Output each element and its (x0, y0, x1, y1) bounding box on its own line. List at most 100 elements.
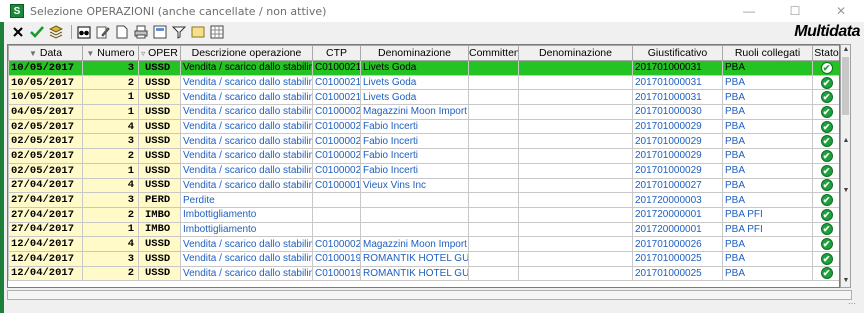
col-header-giustificativo[interactable]: Giustificativo (632, 45, 723, 61)
table-row[interactable]: 10/05/2017 1 USSD Vendita / scarico dallo s… (8, 89, 839, 106)
cell-stato: ✔ (812, 236, 839, 252)
cell-denominazione: Fabio Incerti (360, 148, 469, 164)
cell-oper: PERD (138, 192, 181, 208)
cell-descrizione: Vendita / scarico dallo stabilimento (180, 162, 313, 179)
cell-denominazione: ROMANTIK HOTEL GUTSH. (360, 250, 469, 267)
grid-header: ▼ Data ▼ Numero ▿ OPER Descrizione operazio… (8, 45, 839, 61)
cell-oper: IMBO (138, 221, 181, 238)
status-check-icon: ✔ (820, 76, 833, 89)
operations-grid: ▼ Data ▼ Numero ▿ OPER Descrizione operazio… (7, 44, 840, 288)
table-row[interactable]: 12/04/2017 3 USSD Vendita / scarico dallo s… (8, 250, 839, 267)
cell-committente (468, 192, 519, 208)
vertical-scrollbar[interactable]: ▲ ▲ ▼ ▼ (840, 44, 851, 288)
cell-denominazione-committente (518, 74, 633, 91)
table-row[interactable]: 10/05/2017 2 USSD Vendita / scarico dallo s… (8, 74, 839, 91)
scroll-up-icon[interactable]: ▲ (842, 137, 850, 144)
cell-ruoli: PBA (722, 133, 813, 150)
col-header-ctp[interactable]: CTP (312, 45, 361, 61)
cell-stato: ✔ (812, 192, 839, 208)
cell-ctp: C0100019 (312, 250, 361, 267)
cell-ruoli: PBA (722, 162, 813, 179)
cell-giustificativo: 201701000025 (632, 265, 723, 282)
table-row[interactable]: 27/04/2017 1 IMBO Imbottigliamento 201720000… (8, 221, 839, 238)
cell-committente (468, 221, 519, 238)
close-window-button[interactable]: ✕ (818, 0, 864, 22)
status-check-icon: ✔ (820, 179, 833, 192)
cell-stato: ✔ (812, 60, 839, 76)
col-header-data[interactable]: ▼ Data (8, 45, 83, 61)
grid-icon[interactable] (209, 24, 225, 40)
cell-stato: ✔ (812, 250, 839, 267)
cell-numero: 3 (82, 192, 139, 208)
col-header-descrizione[interactable]: Descrizione operazione (180, 45, 313, 61)
cell-ruoli: PBA PFI (722, 221, 813, 238)
cell-stato: ✔ (812, 177, 839, 194)
cell-stato: ✔ (812, 104, 839, 120)
edit-icon[interactable] (95, 24, 111, 40)
scroll-thumb[interactable] (842, 57, 849, 115)
cell-committente (468, 265, 519, 282)
table-row[interactable]: 04/05/2017 1 USSD Vendita / scarico dallo s… (8, 104, 839, 120)
cell-data: 10/05/2017 (8, 89, 83, 106)
status-check-icon: ✔ (820, 120, 833, 133)
cell-numero: 3 (82, 60, 139, 76)
cell-descrizione: Vendita / scarico dallo stabilimento (180, 265, 313, 282)
filter-icon[interactable] (171, 24, 187, 40)
col-header-ruoli[interactable]: Ruoli collegati (722, 45, 813, 61)
cell-committente (468, 133, 519, 150)
table-row[interactable]: 02/05/2017 2 USSD Vendita / scarico dallo s… (8, 148, 839, 164)
cell-giustificativo: 201701000031 (632, 89, 723, 106)
binoculars-icon[interactable] (76, 24, 92, 40)
cell-descrizione: Vendita / scarico dallo stabilimento (180, 133, 313, 150)
maximize-button[interactable]: ☐ (772, 0, 818, 22)
folder-icon[interactable] (190, 24, 206, 40)
cell-denominazione (360, 206, 469, 223)
table-row[interactable]: 12/04/2017 4 USSD Vendita / scarico dallo s… (8, 236, 839, 252)
table-row[interactable]: 27/04/2017 3 PERD Perdite 201720000003 PBA ✔ (8, 192, 839, 208)
table-row[interactable]: 02/05/2017 3 USSD Vendita / scarico dallo s… (8, 133, 839, 150)
table-row[interactable]: 10/05/2017 3 USSD Vendita / scarico dallo s… (8, 60, 839, 76)
cell-oper: USSD (138, 89, 181, 106)
col-header-denominazione-committente[interactable]: Denominazione (518, 45, 633, 61)
cell-ctp (312, 206, 361, 223)
app-icon: S (10, 4, 24, 18)
cell-denominazione: Livets Goda (360, 60, 469, 76)
col-header-denominazione[interactable]: Denominazione (360, 45, 469, 61)
cell-committente (468, 74, 519, 91)
col-header-committente[interactable]: Committente (468, 45, 519, 61)
cell-data: 02/05/2017 (8, 133, 83, 150)
scroll-down-icon[interactable]: ▼ (842, 187, 850, 194)
cell-stato: ✔ (812, 265, 839, 282)
col-header-oper[interactable]: ▿ OPER (138, 45, 181, 61)
cell-ctp: C0100002D (312, 148, 361, 164)
cell-data: 02/05/2017 (8, 148, 83, 164)
cell-ctp: C0100002D (312, 104, 361, 120)
cell-numero: 2 (82, 265, 139, 282)
cell-ruoli: PBA (722, 74, 813, 91)
cell-data: 27/04/2017 (8, 177, 83, 194)
table-row[interactable]: 02/05/2017 1 USSD Vendita / scarico dallo s… (8, 162, 839, 179)
preview-icon[interactable] (152, 24, 168, 40)
scroll-down-icon[interactable]: ▼ (842, 277, 850, 284)
cell-ctp: C0100021 (312, 74, 361, 91)
cell-ctp: C0100002D (312, 118, 361, 135)
table-row[interactable]: 27/04/2017 2 IMBO Imbottigliamento 201720000… (8, 206, 839, 223)
layers-icon[interactable] (48, 24, 64, 40)
document-icon[interactable] (114, 24, 130, 40)
print-icon[interactable] (133, 24, 149, 40)
table-row[interactable]: 02/05/2017 4 USSD Vendita / scarico dallo s… (8, 118, 839, 135)
scroll-up-icon[interactable]: ▲ (842, 46, 850, 53)
cell-denominazione-committente (518, 206, 633, 223)
minimize-button[interactable]: — (726, 0, 772, 22)
col-header-numero[interactable]: ▼ Numero (82, 45, 139, 61)
confirm-check-icon[interactable] (29, 24, 45, 40)
cell-descrizione: Vendita / scarico dallo stabilimento (180, 60, 313, 76)
table-row[interactable]: 27/04/2017 4 USSD Vendita / scarico dallo s… (8, 177, 839, 194)
col-header-stato[interactable]: Stato (812, 45, 839, 61)
table-row[interactable]: 12/04/2017 2 USSD Vendita / scarico dallo s… (8, 265, 839, 282)
cell-stato: ✔ (812, 89, 839, 106)
horizontal-scrollbar[interactable] (7, 290, 852, 300)
resize-grip-icon[interactable]: ⋯ (848, 299, 858, 309)
close-icon[interactable] (10, 24, 26, 40)
cell-giustificativo: 201720000003 (632, 192, 723, 208)
